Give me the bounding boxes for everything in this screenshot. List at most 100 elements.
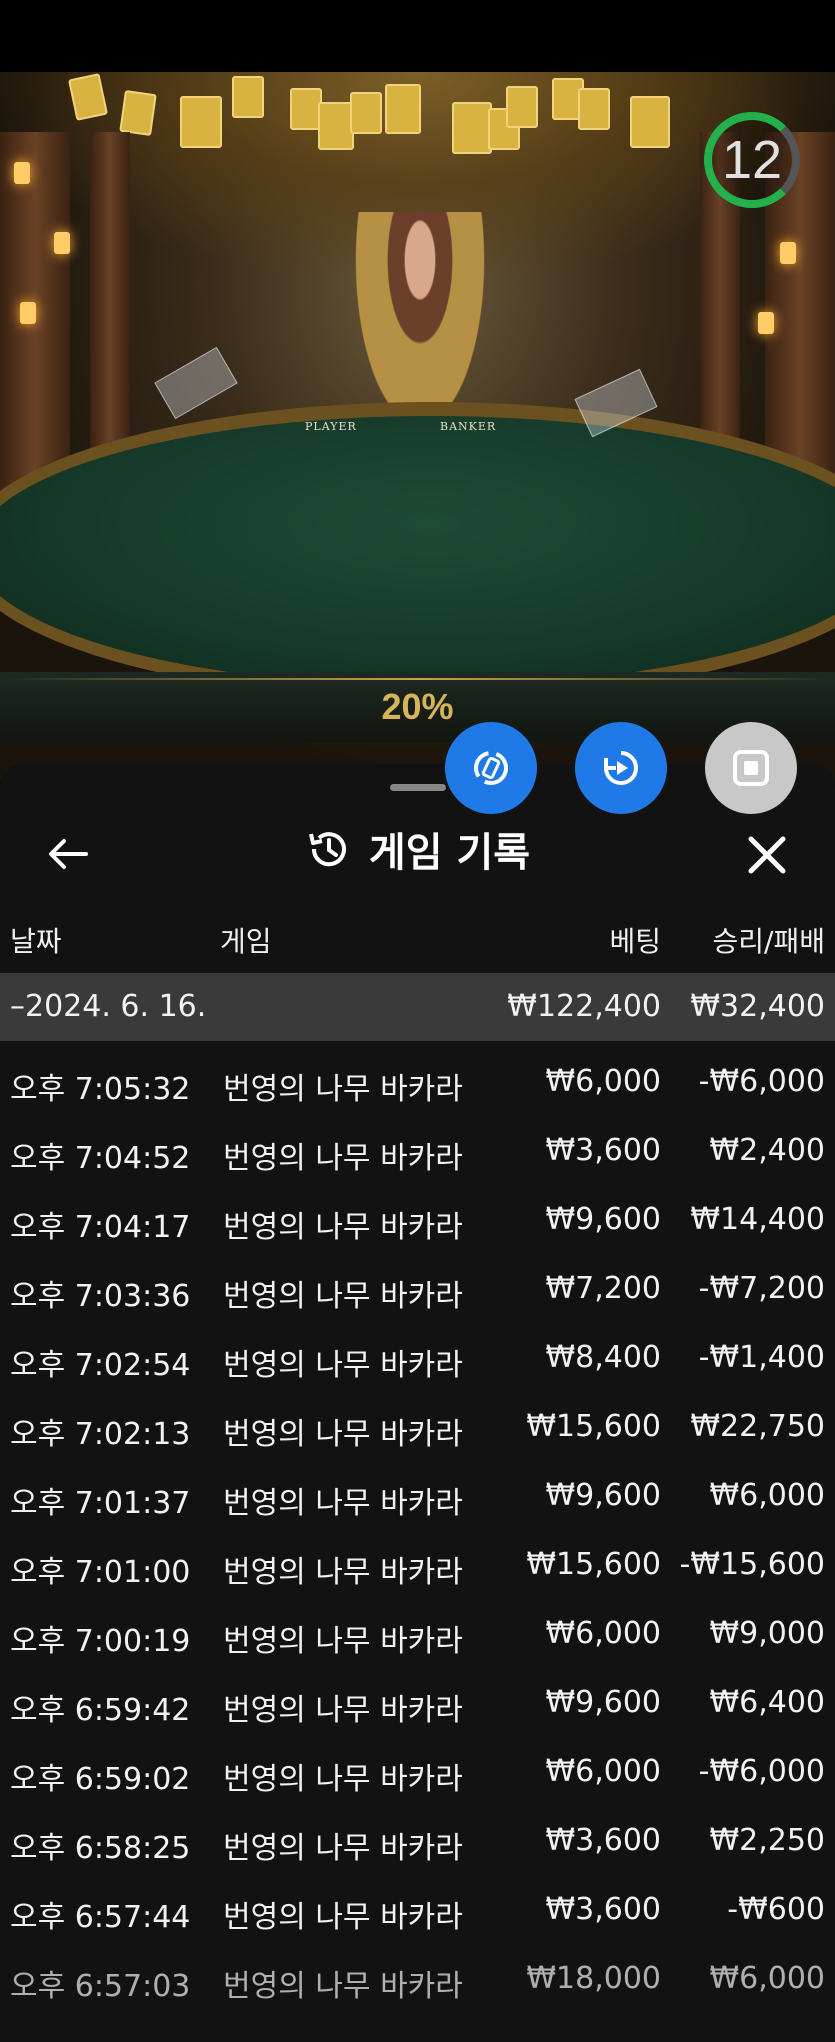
hanging-card xyxy=(578,88,610,130)
row-result: -₩6,000 xyxy=(698,1064,825,1099)
row-result: ₩22,750 xyxy=(690,1409,825,1444)
row-result: ₩2,400 xyxy=(709,1133,825,1168)
panel-title: 게임 기록 xyxy=(368,830,531,876)
column-date: 날짜 xyxy=(10,925,62,958)
row-bet: ₩9,600 xyxy=(545,1478,661,1513)
row-bet: ₩18,000 xyxy=(526,1961,661,1996)
row-result: ₩6,000 xyxy=(709,1478,825,1513)
drag-handle[interactable] xyxy=(390,784,446,791)
history-row[interactable]: 오후 7:02:13 번영의 나무 바카라 ₩15,600 ₩22,750 xyxy=(0,1393,835,1461)
stop-button[interactable] xyxy=(705,722,797,814)
row-time: 오후 7:04:52 xyxy=(10,1141,191,1176)
summary-date: –2024. 6. 16. xyxy=(10,989,207,1024)
row-bet: ₩15,600 xyxy=(526,1409,661,1444)
lantern xyxy=(780,242,796,264)
live-video-stream: PLAYER BANKER 12 20% xyxy=(0,72,835,782)
row-bet: ₩3,600 xyxy=(545,1823,661,1858)
hanging-card xyxy=(318,102,354,150)
banker-label: BANKER xyxy=(440,420,497,433)
row-game: 번영의 나무 바카라 xyxy=(223,1762,463,1797)
hanging-card xyxy=(350,92,382,134)
replay-button[interactable] xyxy=(575,722,667,814)
row-time: 오후 7:01:37 xyxy=(10,1486,191,1521)
lantern xyxy=(14,162,30,184)
close-button[interactable] xyxy=(746,834,788,876)
lantern xyxy=(54,232,70,254)
row-time: 오후 6:57:03 xyxy=(10,1969,191,2004)
hanging-card xyxy=(630,96,670,148)
row-bet: ₩3,600 xyxy=(545,1133,661,1168)
row-time: 오후 7:04:17 xyxy=(10,1210,191,1245)
panel-header: 게임 기록 xyxy=(0,804,835,894)
row-bet: ₩6,000 xyxy=(545,1616,661,1651)
row-time: 오후 7:02:13 xyxy=(10,1417,191,1452)
row-game: 번영의 나무 바카라 xyxy=(223,1900,463,1935)
discard-shoe xyxy=(154,346,238,420)
row-result: -₩1,400 xyxy=(698,1340,825,1375)
history-row[interactable]: 오후 6:59:42 번영의 나무 바카라 ₩9,600 ₩6,400 xyxy=(0,1669,835,1737)
hanging-card xyxy=(180,96,222,148)
history-row[interactable]: 오후 7:01:37 번영의 나무 바카라 ₩9,600 ₩6,000 xyxy=(0,1462,835,1530)
row-time: 오후 6:58:25 xyxy=(10,1831,191,1866)
row-bet: ₩8,400 xyxy=(545,1340,661,1375)
switch-table-button[interactable] xyxy=(445,722,537,814)
countdown-timer: 12 xyxy=(704,112,800,208)
date-summary-row[interactable]: –2024. 6. 16. ₩122,400 ₩32,400 xyxy=(0,973,835,1041)
row-result: ₩6,400 xyxy=(709,1685,825,1720)
row-time: 오후 6:59:02 xyxy=(10,1762,191,1797)
row-bet: ₩6,000 xyxy=(545,1064,661,1099)
row-time: 오후 7:05:32 xyxy=(10,1072,191,1107)
history-row[interactable]: 오후 6:58:25 번영의 나무 바카라 ₩3,600 ₩2,250 xyxy=(0,1807,835,1875)
row-time: 오후 7:02:54 xyxy=(10,1348,191,1383)
row-result: ₩14,400 xyxy=(690,1202,825,1237)
lantern xyxy=(20,302,36,324)
title-group: 게임 기록 xyxy=(0,804,835,894)
row-result: -₩6,000 xyxy=(698,1754,825,1789)
history-icon xyxy=(308,832,346,867)
history-row[interactable]: 오후 7:04:52 번영의 나무 바카라 ₩3,600 ₩2,400 xyxy=(0,1117,835,1185)
history-row[interactable]: 오후 7:04:17 번영의 나무 바카라 ₩9,600 ₩14,400 xyxy=(0,1186,835,1254)
status-bar xyxy=(0,0,835,72)
player-label: PLAYER xyxy=(305,420,357,433)
history-row[interactable]: 오후 6:57:03 번영의 나무 바카라 ₩18,000 ₩6,000 xyxy=(0,1945,835,2013)
gold-divider xyxy=(0,678,835,680)
row-bet: ₩6,000 xyxy=(545,1754,661,1789)
history-row[interactable]: 오후 7:03:36 번영의 나무 바카라 ₩7,200 -₩7,200 xyxy=(0,1255,835,1323)
row-time: 오후 7:01:00 xyxy=(10,1555,191,1590)
history-row[interactable]: 오후 7:02:54 번영의 나무 바카라 ₩8,400 -₩1,400 xyxy=(0,1324,835,1392)
lantern xyxy=(758,312,774,334)
row-result: -₩15,600 xyxy=(679,1547,825,1582)
row-game: 번영의 나무 바카라 xyxy=(223,1486,463,1521)
history-row[interactable]: 오후 6:59:02 번영의 나무 바카라 ₩6,000 -₩6,000 xyxy=(0,1738,835,1806)
column-header: 날짜 게임 베팅 승리/패배 xyxy=(0,914,835,964)
row-game: 번영의 나무 바카라 xyxy=(223,1348,463,1383)
row-game: 번영의 나무 바카라 xyxy=(223,1831,463,1866)
row-result: -₩600 xyxy=(727,1892,825,1927)
close-icon xyxy=(748,836,786,874)
row-game: 번영의 나무 바카라 xyxy=(223,1072,463,1107)
history-row[interactable]: 오후 7:00:19 번영의 나무 바카라 ₩6,000 ₩9,000 xyxy=(0,1600,835,1668)
row-time: 오후 6:59:42 xyxy=(10,1693,191,1728)
history-row[interactable]: 오후 7:05:32 번영의 나무 바카라 ₩6,000 -₩6,000 xyxy=(0,1048,835,1116)
game-history-panel: 게임 기록 날짜 게임 베팅 승리/패배 –2024. 6. 16. ₩122,… xyxy=(0,764,835,2042)
row-bet: ₩3,600 xyxy=(545,1892,661,1927)
column-result: 승리/패배 xyxy=(712,925,825,958)
replay-icon xyxy=(604,751,638,785)
hanging-card xyxy=(506,86,538,128)
row-game: 번영의 나무 바카라 xyxy=(223,1417,463,1452)
row-bet: ₩15,600 xyxy=(526,1547,661,1582)
history-row[interactable]: 오후 6:57:44 번영의 나무 바카라 ₩3,600 -₩600 xyxy=(0,1876,835,1944)
hanging-card xyxy=(232,76,264,118)
row-game: 번영의 나무 바카라 xyxy=(223,1693,463,1728)
row-time: 오후 7:00:19 xyxy=(10,1624,191,1659)
row-result: -₩7,200 xyxy=(698,1271,825,1306)
row-bet: ₩9,600 xyxy=(545,1202,661,1237)
history-row[interactable]: 오후 7:01:00 번영의 나무 바카라 ₩15,600 -₩15,600 xyxy=(0,1531,835,1599)
row-result: ₩2,250 xyxy=(709,1823,825,1858)
baccarat-table xyxy=(0,402,835,700)
row-game: 번영의 나무 바카라 xyxy=(223,1624,463,1659)
column-bet: 베팅 xyxy=(609,925,661,958)
row-time: 오후 7:03:36 xyxy=(10,1279,191,1314)
row-game: 번영의 나무 바카라 xyxy=(223,1210,463,1245)
stop-icon xyxy=(733,750,769,786)
